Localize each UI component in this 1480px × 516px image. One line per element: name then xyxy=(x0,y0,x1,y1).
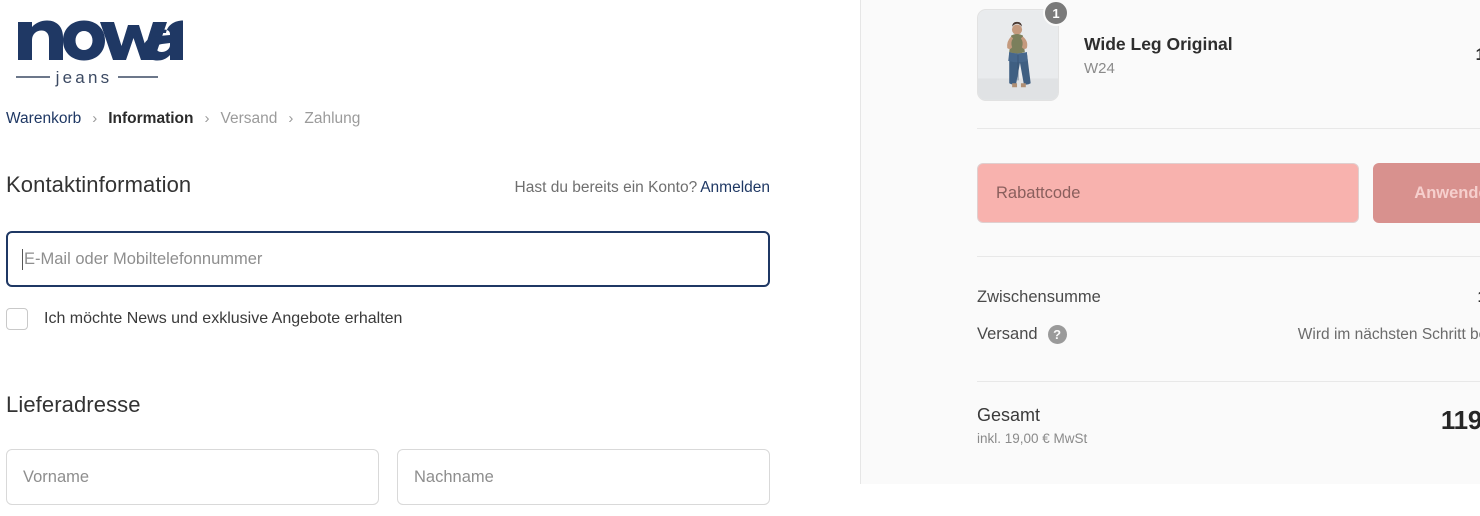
discount-placeholder: Rabattcode xyxy=(996,183,1081,202)
subtotal-row: Zwischensumme 119,00 € xyxy=(977,288,1480,307)
product-title: Wide Leg Original xyxy=(1084,34,1233,55)
breadcrumb-item-versand: Versand xyxy=(220,110,278,127)
grand-total-label: Gesamt xyxy=(977,405,1041,425)
first-name-field[interactable]: Vorname xyxy=(6,449,379,505)
nowa-wordmark-icon xyxy=(18,20,183,61)
breadcrumb-separator-icon: › xyxy=(92,109,98,127)
text-caret xyxy=(22,248,23,270)
account-prompt-text: Hast du bereits ein Konto? xyxy=(514,179,698,196)
shipping-value: Wird im nächsten Schritt berechnet xyxy=(1297,325,1480,343)
product-info: Wide Leg Original W24 xyxy=(1084,33,1476,77)
brand-logo[interactable]: jeans xyxy=(8,8,188,88)
divider xyxy=(977,381,1480,382)
product-thumbnail-wrap[interactable]: 1 xyxy=(977,0,1069,101)
breadcrumb: Warenkorb › Information › Versand › Zahl… xyxy=(6,110,360,128)
breadcrumb-item-warenkorb[interactable]: Warenkorb xyxy=(6,110,81,128)
discount-row: Rabattcode Anwenden xyxy=(977,163,1480,223)
grand-total-row: Gesamt inkl. 19,00 € MwSt 119,00 € xyxy=(977,405,1480,446)
help-icon[interactable]: ? xyxy=(1047,325,1067,344)
jeans-tagline-icon: jeans xyxy=(16,68,158,87)
tax-note: inkl. 19,00 € MwSt xyxy=(977,431,1088,446)
shipping-row: Versand ? Wird im nächsten Schritt berec… xyxy=(977,325,1480,344)
order-summary-sidebar: 1 Wide Leg Original W24 119,00 € Rabattc… xyxy=(860,0,1480,484)
newsletter-label: Ich möchte News und exklusive Angebote e… xyxy=(44,310,403,327)
svg-text:jeans: jeans xyxy=(55,68,113,87)
order-line-item: 1 Wide Leg Original W24 119,00 € xyxy=(977,0,1480,101)
email-field[interactable]: E-Mail oder Mobiltelefonnummer xyxy=(6,231,770,287)
signin-link[interactable]: Anmelden xyxy=(700,179,770,196)
contact-section-header: Kontaktinformation Hast du bereits ein K… xyxy=(6,172,770,198)
shipping-label-group: Versand ? xyxy=(977,325,1067,344)
grand-total-labels: Gesamt inkl. 19,00 € MwSt xyxy=(977,405,1087,446)
newsletter-optin-row[interactable]: Ich möchte News und exklusive Angebote e… xyxy=(6,308,402,330)
quantity-badge: 1 xyxy=(1043,0,1069,26)
product-photo-icon xyxy=(978,10,1058,100)
account-prompt: Hast du bereits ein Konto? Anmelden xyxy=(515,179,770,197)
newsletter-checkbox[interactable] xyxy=(6,308,28,330)
product-variant: W24 xyxy=(1084,59,1115,77)
checkout-form-column: jeans Warenkorb › Information › Versand … xyxy=(0,0,860,516)
totals-list: Zwischensumme 119,00 € Versand ? Wird im… xyxy=(977,288,1480,362)
subtotal-label: Zwischensumme xyxy=(977,288,1101,306)
checkout-page: jeans Warenkorb › Information › Versand … xyxy=(0,0,1480,516)
product-price: 119,00 € xyxy=(1476,46,1480,65)
last-name-placeholder: Nachname xyxy=(414,467,494,486)
divider xyxy=(977,128,1480,129)
contact-heading: Kontaktinformation xyxy=(6,172,192,197)
delivery-heading: Lieferadresse xyxy=(6,392,141,417)
divider xyxy=(977,256,1480,257)
breadcrumb-item-zahlung: Zahlung xyxy=(304,110,361,127)
apply-discount-button[interactable]: Anwenden xyxy=(1373,163,1480,223)
name-fields-row: Vorname Nachname xyxy=(6,449,770,505)
breadcrumb-separator-icon: › xyxy=(204,109,210,127)
last-name-field[interactable]: Nachname xyxy=(397,449,770,505)
breadcrumb-separator-icon: › xyxy=(288,109,294,127)
first-name-placeholder: Vorname xyxy=(23,467,90,486)
email-placeholder: E-Mail oder Mobiltelefonnummer xyxy=(24,249,263,268)
shipping-label: Versand xyxy=(977,325,1038,343)
breadcrumb-item-information[interactable]: Information xyxy=(108,110,193,128)
grand-total-value: 119,00 € xyxy=(1440,405,1480,435)
discount-code-input[interactable]: Rabattcode xyxy=(977,163,1359,223)
